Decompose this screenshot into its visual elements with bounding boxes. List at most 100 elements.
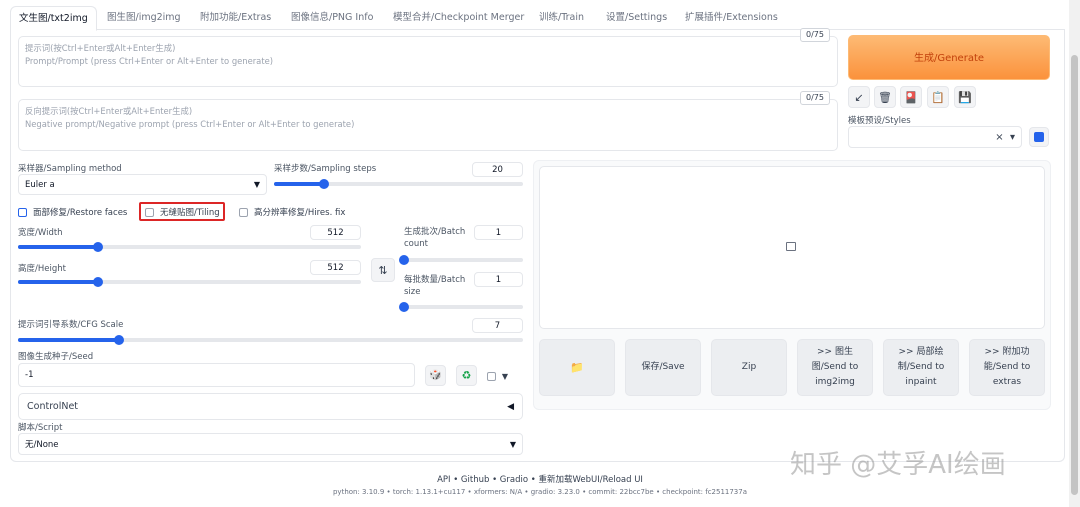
red-card-icon[interactable]: 🎴 bbox=[900, 86, 922, 108]
batch-count-label: 生成批次/Batch count bbox=[404, 226, 465, 250]
tab-txt2img[interactable]: 文生图/txt2img bbox=[10, 6, 97, 31]
seed-value: -1 bbox=[25, 370, 34, 380]
tab-bar: 文生图/txt2img 图生图/img2img 附加功能/Extras 图像信息… bbox=[10, 6, 1065, 31]
script-label: 脚本/Script bbox=[18, 423, 63, 433]
sampling-steps-slider[interactable] bbox=[274, 179, 523, 189]
restore-faces-checkbox[interactable]: 面部修复/Restore faces bbox=[18, 206, 127, 218]
script-select[interactable]: 无/None ▼ bbox=[18, 433, 523, 455]
batch-count-slider[interactable] bbox=[399, 255, 523, 265]
folder-icon: 📁 bbox=[570, 361, 584, 374]
hires-fix-checkbox[interactable]: 高分辨率修复/Hires. fix bbox=[239, 206, 345, 218]
batch-size-label-2: size bbox=[404, 287, 421, 297]
negative-prompt-textarea[interactable]: 反向提示词(按Ctrl+Enter或Alt+Enter生成) Negative … bbox=[18, 99, 838, 151]
footer-versions: python: 3.10.9 • torch: 1.13.1+cu117 • x… bbox=[332, 488, 748, 496]
batch-count-input[interactable]: 1 bbox=[474, 225, 523, 240]
cfg-scale-label: 提示词引导系数/CFG Scale bbox=[18, 320, 124, 330]
output-image-area bbox=[539, 166, 1045, 329]
sampling-method-select[interactable]: Euler a ▼ bbox=[18, 174, 267, 195]
sampling-steps-input[interactable]: 20 bbox=[472, 162, 523, 177]
arrow-diagonal-icon[interactable]: ↙ bbox=[848, 86, 870, 108]
styles-label: 模板预设/Styles bbox=[848, 116, 911, 126]
send-to-extras-label: >> 附加功 能/Send to extras bbox=[983, 347, 1031, 387]
width-label: 宽度/Width bbox=[18, 228, 63, 238]
save-button[interactable]: 保存/Save bbox=[625, 339, 701, 396]
width-slider[interactable] bbox=[18, 242, 361, 252]
controlnet-accordion[interactable]: ControlNet ◀ bbox=[18, 393, 523, 420]
negative-prompt-placeholder-1: 反向提示词(按Ctrl+Enter或Alt+Enter生成) bbox=[25, 106, 193, 116]
controlnet-label: ControlNet bbox=[27, 401, 79, 412]
send-to-inpaint-button[interactable]: >> 局部绘 制/Send to inpaint bbox=[883, 339, 959, 396]
batch-size-label: 每批数量/Batch size bbox=[404, 274, 465, 298]
batch-size-input[interactable]: 1 bbox=[474, 272, 523, 287]
height-input[interactable]: 512 bbox=[310, 260, 361, 275]
zip-button[interactable]: Zip bbox=[711, 339, 787, 396]
send-to-img2img-button[interactable]: >> 图生 图/Send to img2img bbox=[797, 339, 873, 396]
tab-extensions[interactable]: 扩展插件/Extensions bbox=[685, 6, 778, 30]
batch-size-label-1: 每批数量/Batch bbox=[404, 275, 466, 285]
clear-icon[interactable]: × bbox=[995, 132, 1003, 143]
send-to-inpaint-label: >> 局部绘 制/Send to inpaint bbox=[897, 347, 945, 387]
prompt-textarea[interactable]: 提示词(按Ctrl+Enter或Alt+Enter生成) Prompt/Prom… bbox=[18, 36, 838, 87]
sampling-method-value: Euler a bbox=[25, 179, 55, 190]
reuse-seed-button[interactable]: ♻ bbox=[456, 365, 477, 386]
tab-png-info[interactable]: 图像信息/PNG Info bbox=[291, 6, 373, 30]
tiling-checkbox[interactable]: 无缝贴图/Tiling bbox=[145, 206, 220, 218]
seed-label: 图像生成种子/Seed bbox=[18, 352, 94, 362]
tab-train[interactable]: 训练/Train bbox=[539, 6, 584, 30]
batch-count-label-1: 生成批次/Batch bbox=[404, 227, 466, 237]
trash-icon[interactable]: 🗑 bbox=[874, 86, 896, 108]
collapse-arrow-icon: ◀ bbox=[507, 401, 514, 412]
checkbox-box[interactable] bbox=[18, 207, 27, 217]
prompt-token-counter: 0/75 bbox=[800, 28, 830, 42]
seed-input[interactable]: -1 bbox=[18, 363, 415, 387]
sampling-method-label: 采样器/Sampling method bbox=[18, 164, 122, 174]
send-to-extras-button[interactable]: >> 附加功 能/Send to extras bbox=[969, 339, 1045, 396]
swap-dimensions-button[interactable]: ⇅ bbox=[371, 258, 395, 282]
image-placeholder-icon bbox=[786, 242, 796, 251]
cfg-scale-input[interactable]: 7 bbox=[472, 318, 523, 333]
hires-fix-label: 高分辨率修复/Hires. fix bbox=[254, 208, 346, 218]
cfg-scale-slider[interactable] bbox=[18, 335, 523, 345]
width-input[interactable]: 512 bbox=[310, 225, 361, 240]
chevron-down-icon: ▼ bbox=[509, 439, 516, 449]
tiling-label: 无缝贴图/Tiling bbox=[160, 208, 220, 218]
prompt-placeholder-1: 提示词(按Ctrl+Enter或Alt+Enter生成) bbox=[25, 43, 176, 53]
scrollbar-thumb[interactable] bbox=[1071, 55, 1078, 495]
height-slider[interactable] bbox=[18, 277, 361, 287]
swap-icon: ⇅ bbox=[378, 264, 388, 277]
script-value: 无/None bbox=[25, 440, 59, 450]
zip-button-label: Zip bbox=[741, 362, 757, 372]
batch-count-label-2: count bbox=[404, 239, 428, 249]
batch-size-slider[interactable] bbox=[399, 302, 523, 312]
open-folder-button[interactable]: 📁 bbox=[539, 339, 615, 396]
checkbox-box[interactable] bbox=[487, 372, 496, 381]
save-disk-icon[interactable]: 💾 bbox=[954, 86, 976, 108]
refresh-icon bbox=[1034, 132, 1044, 142]
styles-select[interactable]: × ▾ bbox=[848, 126, 1022, 148]
sampling-steps-label: 采样步数/Sampling steps bbox=[274, 164, 377, 174]
recycle-icon: ♻ bbox=[461, 369, 472, 382]
scrollbar-track[interactable] bbox=[1069, 0, 1080, 507]
restore-faces-label: 面部修复/Restore faces bbox=[33, 208, 128, 218]
chevron-down-icon: ▼ bbox=[253, 180, 260, 189]
negative-prompt-placeholder-2: Negative prompt/Negative prompt (press C… bbox=[25, 119, 355, 129]
tab-checkpoint-merger[interactable]: 模型合并/Checkpoint Merger bbox=[393, 6, 524, 30]
triangle-down-icon: ▼ bbox=[501, 372, 509, 381]
random-seed-button[interactable]: 🎲 bbox=[425, 365, 446, 386]
clipboard-icon[interactable]: 📋 bbox=[927, 86, 949, 108]
generate-button[interactable]: 生成/Generate bbox=[848, 35, 1050, 80]
checkbox-box[interactable] bbox=[145, 207, 154, 217]
watermark: 知乎 @艾孚AI绘画 bbox=[790, 450, 1006, 480]
dice-icon: 🎲 bbox=[429, 370, 442, 381]
refresh-styles-button[interactable] bbox=[1029, 127, 1049, 147]
negative-prompt-token-counter: 0/75 bbox=[800, 91, 830, 105]
send-to-img2img-label: >> 图生 图/Send to img2img bbox=[811, 347, 859, 387]
checkbox-box[interactable] bbox=[239, 207, 248, 217]
prompt-placeholder-2: Prompt/Prompt (press Ctrl+Enter or Alt+E… bbox=[25, 56, 274, 66]
tab-settings[interactable]: 设置/Settings bbox=[606, 6, 667, 30]
tab-img2img[interactable]: 图生图/img2img bbox=[107, 6, 181, 30]
height-label: 高度/Height bbox=[18, 264, 66, 274]
extra-seed-checkbox[interactable]: ▼ bbox=[487, 372, 508, 382]
tab-extras[interactable]: 附加功能/Extras bbox=[200, 6, 271, 30]
save-button-label: 保存/Save bbox=[641, 362, 685, 372]
